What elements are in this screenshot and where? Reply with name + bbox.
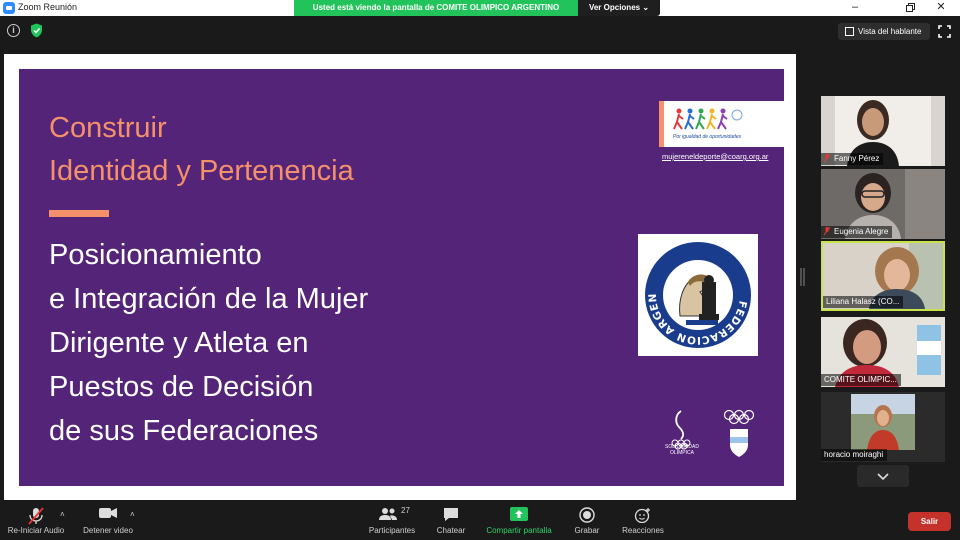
record-icon <box>579 507 595 523</box>
federation-seal-box: FEDERACION ARGENTINA DE AJEDREZ <box>633 225 758 356</box>
audio-options-caret[interactable]: ˄ <box>60 510 65 519</box>
presentation-frame: Construir Identidad y Pertenencia Posici… <box>4 54 796 500</box>
chat-button-label: Chatear <box>436 526 466 535</box>
mic-muted-icon <box>824 227 830 235</box>
share-screen-button[interactable]: Compartir pantalla <box>482 501 556 540</box>
participants-count: 27 <box>401 506 410 515</box>
record-button-label: Grabar <box>574 526 600 535</box>
audio-button[interactable]: Re-Iniciar Audio <box>2 501 70 540</box>
participants-button[interactable]: 27 Participantes <box>362 501 422 540</box>
chevron-down-icon <box>877 473 889 481</box>
scroll-participants-button[interactable] <box>857 465 909 487</box>
video-options-caret[interactable]: ˄ <box>130 510 135 519</box>
meeting-controls-toolbar: Re-Iniciar Audio ˄ Detener video ˄ 27 Pa… <box>0 501 960 540</box>
reactions-button-label: Reacciones <box>622 526 664 535</box>
minimize-button[interactable]: – <box>840 0 870 16</box>
runners-icon <box>673 108 743 130</box>
chat-bubble-icon <box>444 508 458 521</box>
chat-button[interactable]: Chatear <box>428 501 474 540</box>
share-screen-label: Compartir pantalla <box>486 526 552 535</box>
share-screen-icon <box>510 507 528 521</box>
view-options-label: Ver Opciones <box>588 3 641 12</box>
record-button[interactable]: Grabar <box>566 501 608 540</box>
participants-button-label: Participantes <box>368 526 416 535</box>
grid-icon <box>845 27 854 36</box>
logo-tagline: Por igualdad de oportunidades <box>673 134 742 140</box>
participant-tile[interactable]: COMITE OLIMPIC... <box>821 317 945 387</box>
contact-email-link[interactable]: mujereneldeporte@coarg.org.ar <box>662 152 768 161</box>
restore-button[interactable] <box>895 0 925 16</box>
view-options-button[interactable]: Ver Opciones ⌄ <box>578 0 660 16</box>
solidaridad-olimpica-text: SOLIDARIDAD OLÍMPICA <box>665 444 699 456</box>
participant-name-label: Liliana Halasz (CO... <box>823 296 904 308</box>
smiley-plus-icon <box>634 508 650 523</box>
close-button[interactable]: ✕ <box>926 0 956 16</box>
mujer-deporte-logo: Por igualdad de oportunidades <box>659 101 784 147</box>
reactions-button[interactable]: Reacciones <box>618 501 668 540</box>
info-icon[interactable]: i <box>7 24 20 37</box>
participant-name-label: Eugenia Alegre <box>821 226 893 238</box>
participant-name-label: horacio moiraghi <box>821 449 888 461</box>
participant-tile[interactable]: Fanny Pérez <box>821 96 945 166</box>
participant-name-label: COMITE OLIMPIC... <box>821 374 901 386</box>
restore-icon <box>905 3 915 12</box>
slide-heading: Construir Identidad y Pertenencia <box>49 112 354 187</box>
video-button[interactable]: Detener video <box>76 501 140 540</box>
audio-button-label: Re-Iniciar Audio <box>7 526 65 535</box>
zoom-app-icon <box>3 2 15 14</box>
window-title: Zoom Reunión <box>18 2 78 12</box>
participant-tile[interactable]: Eugenia Alegre <box>821 169 945 239</box>
active-speaker-tile[interactable]: Liliana Halasz (CO... <box>821 241 945 311</box>
slide-body-text: Posicionamiento e Integración de la Muje… <box>49 239 369 447</box>
mic-muted-icon <box>824 154 830 162</box>
video-camera-icon <box>99 508 117 518</box>
leave-meeting-button[interactable]: Salir <box>908 512 951 531</box>
shield-icon[interactable] <box>30 23 43 38</box>
fullscreen-icon[interactable] <box>938 25 951 38</box>
coa-olympic-logo <box>723 409 755 457</box>
participant-name-label: Fanny Pérez <box>821 153 884 165</box>
logo-accent-stripe <box>659 101 664 147</box>
chess-federation-seal: FEDERACION ARGENTINA DE AJEDREZ <box>633 225 751 348</box>
panel-resize-handle[interactable] <box>800 268 805 286</box>
participants-icon <box>379 508 397 520</box>
shared-screen-area: Construir Identidad y Pertenencia Posici… <box>0 46 800 501</box>
mic-off-icon <box>28 507 44 525</box>
meeting-top-bar: i Vista del hablante <box>0 16 960 46</box>
speaker-view-label: Vista del hablante <box>858 27 922 36</box>
screen-share-banner: Usted está viendo la pantalla de COMITE … <box>294 0 578 16</box>
video-button-label: Detener video <box>83 526 133 535</box>
presentation-slide: Construir Identidad y Pertenencia Posici… <box>19 69 784 486</box>
participant-tile[interactable]: horacio moiraghi <box>821 392 945 462</box>
speaker-view-button[interactable]: Vista del hablante <box>838 23 930 40</box>
title-bar: Zoom Reunión Usted está viendo la pantal… <box>0 0 960 16</box>
slide-accent-rule <box>49 210 109 217</box>
chevron-down-icon: ⌄ <box>642 3 650 12</box>
